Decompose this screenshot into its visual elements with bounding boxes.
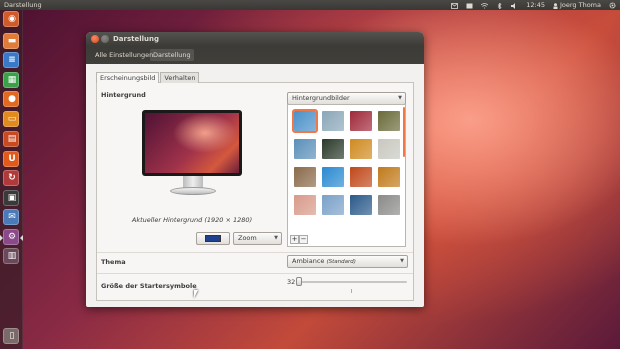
spreadsheet-icon: ▦ <box>7 75 17 85</box>
document-icon: ≡ <box>8 55 16 65</box>
ubuntu-one-icon: U <box>8 154 16 164</box>
mouse-cursor <box>194 290 198 298</box>
chevron-down-icon: ▼ <box>400 258 404 264</box>
launcher-size-value: 32 <box>287 278 296 286</box>
clock[interactable]: 12:45 <box>526 0 545 10</box>
background-color-button[interactable] <box>196 232 230 245</box>
chevron-down-icon: ▼ <box>274 235 278 241</box>
launcher-impress[interactable]: ▭ <box>3 111 19 127</box>
current-background-caption: Aktueller Hintergrund (1920 × 1280) <box>131 216 253 224</box>
chevron-down-icon: ▼ <box>398 95 402 101</box>
bag-icon: ▤ <box>7 134 17 144</box>
monitor-preview <box>142 110 242 176</box>
launcher-thunderbird[interactable]: ✉ <box>3 209 19 225</box>
color-swatch <box>205 235 221 242</box>
theme-select[interactable]: Ambiance (Standard) ▼ <box>287 255 408 268</box>
keyboard-layout-icon[interactable] <box>466 2 473 9</box>
bluetooth-icon[interactable] <box>496 2 503 10</box>
breadcrumb-appearance[interactable]: Darstellung <box>150 49 194 61</box>
launcher-software-center[interactable]: ▤ <box>3 131 19 147</box>
indicator-area: 12:45 Joerg Thoma <box>451 0 616 10</box>
top-panel: Darstellung 12:45 Joerg Thoma <box>0 0 620 10</box>
ubuntu-logo-icon: ◉ <box>8 14 16 24</box>
launcher-writer[interactable]: ≡ <box>3 52 19 68</box>
separator <box>97 273 413 274</box>
theme-label: Thema <box>101 258 126 266</box>
wallpaper-thumbnail[interactable] <box>350 167 372 187</box>
user-name: Joerg Thoma <box>559 1 601 9</box>
user-icon <box>553 2 558 9</box>
mail-icon[interactable] <box>451 2 459 9</box>
launcher-size-label: Größe der Startersymbole <box>101 282 197 290</box>
wallpaper-thumbnail[interactable] <box>350 195 372 215</box>
launcher-firefox[interactable]: ● <box>3 91 19 107</box>
breadcrumb-all-settings[interactable]: Alle Einstellungen <box>92 49 156 61</box>
launcher-terminal[interactable]: ▣ <box>3 190 19 206</box>
wallpaper-thumbnail[interactable] <box>378 111 400 131</box>
firefox-icon: ● <box>8 94 16 104</box>
user-menu[interactable]: Joerg Thoma <box>553 0 601 10</box>
mail-client-icon: ✉ <box>8 212 16 222</box>
wallpaper-thumbnail[interactable] <box>322 167 344 187</box>
wallpaper-thumbnail[interactable] <box>378 195 400 215</box>
presentation-icon: ▭ <box>7 114 17 124</box>
separator <box>97 252 413 253</box>
update-icon: ↻ <box>8 173 16 183</box>
wallpaper-thumbnail[interactable] <box>378 139 400 159</box>
monitor-base <box>170 187 216 195</box>
terminal-icon: ▣ <box>7 193 17 203</box>
settings-icon: ⚙ <box>7 232 17 242</box>
close-window-button[interactable] <box>91 35 99 43</box>
network-icon[interactable] <box>480 2 489 9</box>
folder-icon: ▬ <box>7 36 17 46</box>
wallpaper-thumbnail[interactable] <box>294 139 316 159</box>
launcher-workspaces[interactable]: ▥ <box>3 248 19 264</box>
slider-tick <box>351 289 352 293</box>
theme-select-value: Ambiance <box>292 257 325 265</box>
add-wallpaper-button[interactable]: + <box>290 235 299 244</box>
wallpaper-thumbnail[interactable] <box>322 195 344 215</box>
panel-app-title: Darstellung <box>4 1 42 9</box>
wallpaper-thumbnail[interactable] <box>350 111 372 131</box>
wallpaper-thumbnail[interactable] <box>350 139 372 159</box>
launcher-update-manager[interactable]: ↻ <box>3 170 19 186</box>
remove-wallpaper-button[interactable]: − <box>299 235 308 244</box>
wallpaper-thumbnail[interactable] <box>322 111 344 131</box>
launcher-size-slider-handle[interactable] <box>296 277 302 286</box>
wallpaper-thumbnail[interactable] <box>378 167 400 187</box>
tab-bar: Erscheinungsbild Verhalten <box>96 72 200 83</box>
wallpaper-thumbnail[interactable] <box>294 167 316 187</box>
trash-icon: ▯ <box>9 331 15 341</box>
workspace-switcher-icon: ▥ <box>7 251 17 261</box>
launcher-size-slider[interactable] <box>297 281 407 283</box>
zoom-select-value: Zoom <box>238 234 257 242</box>
grid-scrollbar[interactable] <box>403 107 405 157</box>
theme-select-suffix: (Standard) <box>326 259 356 265</box>
background-section-label: Hintergrund <box>101 91 146 99</box>
unity-launcher: ◉ ▬ ≡ ▦ ● ▭ ▤ U ↻ ▣ ✉ ⚙ ▥ ▯ <box>0 10 23 349</box>
wallpaper-thumbnail[interactable] <box>294 195 316 215</box>
launcher-system-settings[interactable]: ⚙ <box>0 229 23 245</box>
window-title: Darstellung <box>113 35 160 43</box>
add-remove-buttons: + − <box>290 235 308 244</box>
tab-appearance[interactable]: Erscheinungsbild <box>96 72 160 83</box>
wallpaper-source-value: Hintergrundbilder <box>292 94 350 102</box>
window-titlebar[interactable]: Darstellung <box>86 32 424 46</box>
minimize-window-button[interactable] <box>101 35 109 43</box>
wallpaper-thumbnail[interactable] <box>292 109 318 133</box>
launcher-dash-button[interactable]: ◉ <box>3 11 19 27</box>
launcher-ubuntu-one[interactable]: U <box>3 151 19 167</box>
zoom-select[interactable]: Zoom ▼ <box>233 232 282 245</box>
volume-icon[interactable] <box>511 2 518 9</box>
power-gear-icon[interactable] <box>609 2 616 9</box>
launcher-trash[interactable]: ▯ <box>3 328 19 344</box>
launcher-calc[interactable]: ▦ <box>3 72 19 88</box>
wallpaper-preview <box>145 113 239 173</box>
breadcrumb: Alle Einstellungen Darstellung <box>86 46 424 64</box>
tab-behavior[interactable]: Verhalten <box>160 72 200 83</box>
launcher-files[interactable]: ▬ <box>3 33 19 49</box>
wallpaper-grid: + − <box>287 104 406 247</box>
wallpaper-thumbnail[interactable] <box>322 139 344 159</box>
